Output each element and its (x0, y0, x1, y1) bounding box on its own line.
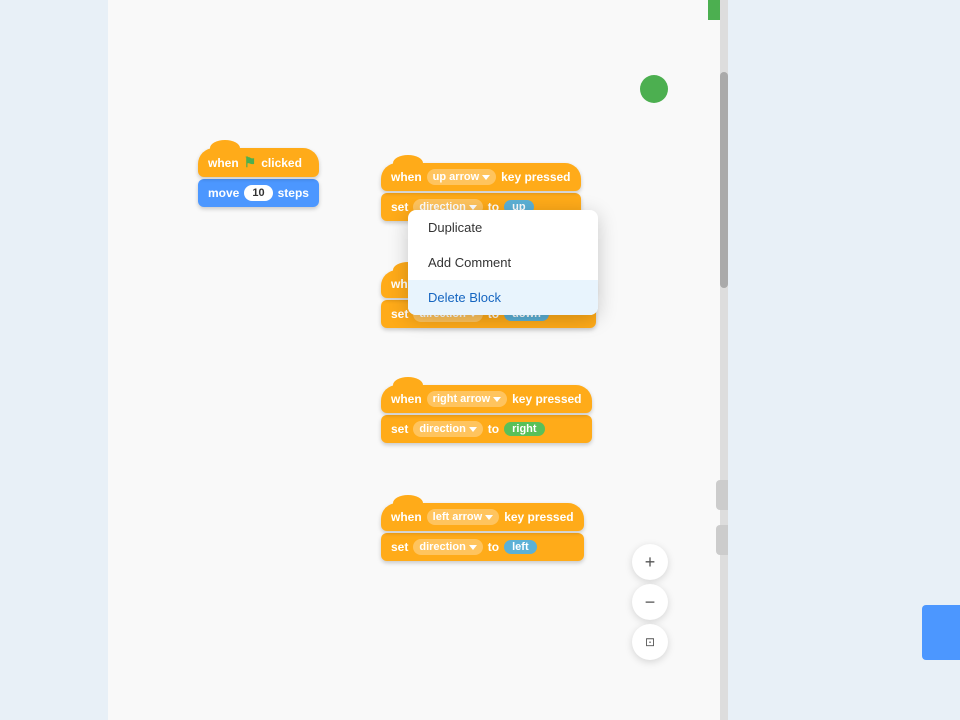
set-label-4: set (391, 422, 408, 436)
to-label-5: to (488, 540, 499, 554)
context-menu-duplicate[interactable]: Duplicate (408, 210, 598, 245)
direction-dropdown-right[interactable]: direction (413, 421, 482, 437)
key-pressed-label-4: key pressed (512, 392, 581, 406)
direction-arrow-icon-5 (469, 545, 477, 550)
left-value-pill: left (504, 540, 537, 554)
zoom-in-icon: + (645, 552, 656, 573)
clicked-label: clicked (261, 156, 302, 170)
zoom-out-icon: − (645, 592, 656, 613)
hat-block-flag[interactable]: when ⚑ clicked (198, 148, 319, 177)
steps-input[interactable]: 10 (244, 185, 272, 201)
flag-icon: ⚑ (244, 154, 257, 171)
direction-dropdown-left[interactable]: direction (413, 539, 482, 555)
zoom-out-button[interactable]: − (632, 584, 668, 620)
fit-screen-button[interactable]: ⊡ (632, 624, 668, 660)
context-menu-delete-block[interactable]: Delete Block (408, 280, 598, 315)
fit-screen-icon: ⊡ (645, 635, 655, 649)
hat-block-up[interactable]: when up arrow key pressed (381, 163, 581, 191)
when-label-2: when (391, 170, 422, 184)
when-label-4: when (391, 392, 422, 406)
direction-arrow-icon (469, 205, 477, 210)
direction-value-left: direction (419, 541, 465, 553)
right-panel (740, 0, 960, 720)
left-sidebar (0, 0, 108, 720)
block-group-left: when left arrow key pressed set directio… (381, 503, 584, 561)
right-arrow-value: right arrow (433, 393, 490, 405)
hat-block-left[interactable]: when left arrow key pressed (381, 503, 584, 531)
zoom-controls: + − ⊡ (632, 544, 668, 660)
dropdown-arrow-icon (482, 175, 490, 180)
set-block-left[interactable]: set direction to left (381, 533, 584, 561)
set-label-2: set (391, 200, 408, 214)
block-group-right: when right arrow key pressed set directi… (381, 385, 592, 443)
canvas-scrollbar[interactable] (720, 0, 728, 720)
hat-block-right[interactable]: when right arrow key pressed (381, 385, 592, 413)
direction-value-right: direction (419, 423, 465, 435)
zoom-in-button[interactable]: + (632, 544, 668, 580)
direction-arrow-icon-4 (469, 427, 477, 432)
left-arrow-value: left arrow (433, 511, 483, 523)
scrollbar-thumb[interactable] (720, 72, 728, 288)
right-value-pill: right (504, 422, 544, 436)
set-label-3: set (391, 307, 408, 321)
scratch-canvas: when ⚑ clicked move 10 steps when up arr… (108, 0, 728, 720)
block-group-flag: when ⚑ clicked move 10 steps (198, 148, 319, 207)
key-pressed-label-5: key pressed (504, 510, 573, 524)
right-arrow-dropdown[interactable]: right arrow (427, 391, 507, 407)
to-label-4: to (488, 422, 499, 436)
steps-label: steps (278, 186, 309, 200)
when-label: when (208, 156, 239, 170)
context-menu: Duplicate Add Comment Delete Block (408, 210, 598, 315)
blue-panel[interactable] (922, 605, 960, 660)
green-dot-indicator (640, 75, 668, 103)
set-label-5: set (391, 540, 408, 554)
when-label-5: when (391, 510, 422, 524)
right-indicator-1 (716, 480, 728, 510)
right-indicator-2 (716, 525, 728, 555)
move-label: move (208, 186, 239, 200)
key-pressed-label-2: key pressed (501, 170, 570, 184)
set-block-right[interactable]: set direction to right (381, 415, 592, 443)
move-block[interactable]: move 10 steps (198, 179, 319, 207)
context-menu-add-comment[interactable]: Add Comment (408, 245, 598, 280)
dropdown-arrow-icon-4 (493, 397, 501, 402)
up-arrow-dropdown[interactable]: up arrow (427, 169, 496, 185)
dropdown-arrow-icon-5 (485, 515, 493, 520)
up-arrow-value: up arrow (433, 171, 479, 183)
left-arrow-dropdown[interactable]: left arrow (427, 509, 500, 525)
